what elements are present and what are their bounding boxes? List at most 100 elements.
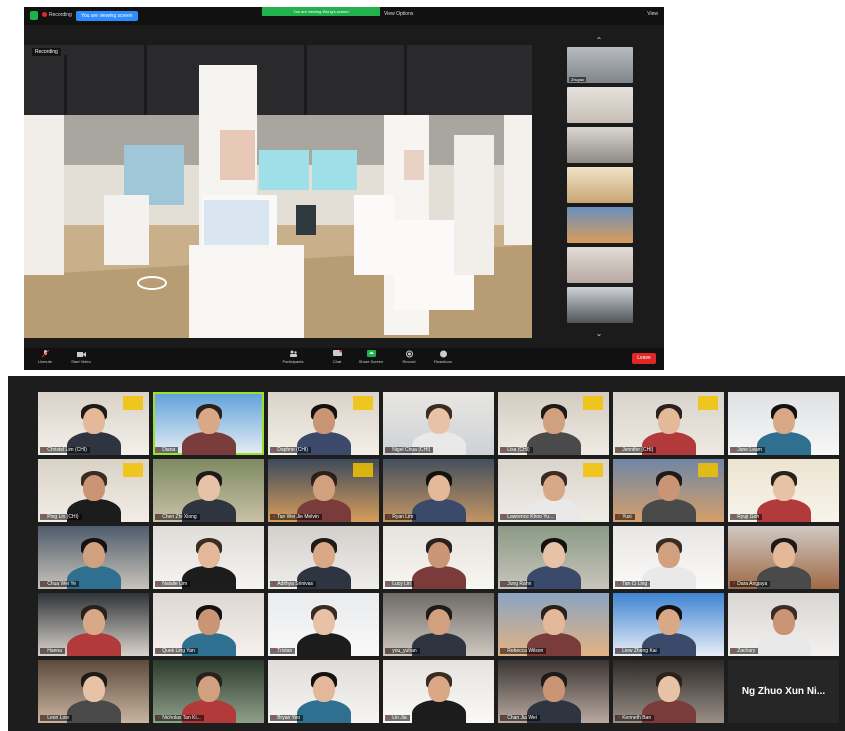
participant-name-text: Adithya Srinivas (277, 581, 314, 587)
microphone-muted-icon: ✕ (617, 715, 622, 721)
participant-tile[interactable]: ✕Ryan Lim (383, 459, 494, 522)
participant-name-text: Hanna (47, 648, 62, 654)
participant-name-text: Diana (162, 447, 176, 453)
participant-tile[interactable]: ✕Liew Zheng Kai (613, 593, 724, 656)
participant-name: ✕Nigel Chua (CHI) (385, 447, 434, 453)
participant-name-text: Christel Lim (CHI) (47, 447, 87, 453)
participant-tile[interactable]: ✕Diana (153, 392, 264, 455)
microphone-muted-icon: ✕ (732, 648, 737, 654)
participant-tile[interactable]: ✕Daphne (CHI) (268, 392, 379, 455)
participant-tile[interactable]: ✕Chan Jia Wei (498, 660, 609, 723)
start-video-button[interactable]: Start Video (64, 350, 98, 370)
poster-decoration (353, 463, 373, 477)
view-button[interactable]: View (647, 11, 658, 17)
participant-face (542, 609, 565, 635)
participant-tile[interactable]: ✕Lisa (CHI) (498, 392, 609, 455)
strip-tile[interactable]: Zhuyao (567, 47, 633, 83)
participant-tile[interactable]: ✕Natalie Lim (153, 526, 264, 589)
strip-tile[interactable] (567, 167, 633, 203)
reactions-button[interactable]: Reactions (426, 350, 460, 370)
participant-tile[interactable]: ✕Christel Lim (CHI) (38, 392, 149, 455)
record-icon (405, 350, 413, 358)
participant-tile[interactable]: ✕Hanna (38, 593, 149, 656)
record-button[interactable]: Record (392, 350, 426, 370)
participant-tile[interactable]: ✕Bryan Yeo (268, 660, 379, 723)
participant-name-text: Liew Zheng Kai (622, 648, 657, 654)
participant-tile[interactable]: ✕Jane Leam (728, 392, 839, 455)
share-screen-button[interactable]: Share Screen (354, 350, 388, 370)
view-options-button[interactable]: View Options (384, 11, 413, 17)
participant-name-text: Daphne (CHI) (277, 447, 309, 453)
participants-button[interactable]: Participants (276, 350, 310, 370)
participant-tile[interactable]: ✕Tan Wei Jie Melvin (268, 459, 379, 522)
participant-face (542, 542, 565, 568)
participant-tile[interactable]: ✕you_yuhan (383, 593, 494, 656)
unmute-button[interactable]: Unmute (28, 350, 62, 370)
participant-tile[interactable]: ✕Kenneth Ban (613, 660, 724, 723)
participant-tile[interactable]: ✕Quek Ling Yan (153, 593, 264, 656)
participant-face (82, 542, 105, 568)
viewing-screen-pill[interactable]: You are viewing screen (76, 11, 138, 21)
participant-name: ✕Tan Wei Jie Melvin (270, 514, 322, 520)
strip-tile[interactable] (567, 87, 633, 123)
shield-icon[interactable] (30, 11, 38, 20)
participant-tile[interactable]: ✕Tan Ci Ling (613, 526, 724, 589)
participant-name: ✕Natalie Lim (155, 581, 191, 587)
participant-body (66, 633, 121, 656)
participant-tile[interactable]: ✕Leon Low (38, 660, 149, 723)
participant-name-text: Jung Rahn (507, 581, 532, 587)
participant-tile[interactable]: ✕Rebecca Wilson (498, 593, 609, 656)
chat-icon (332, 350, 342, 356)
microphone-muted-icon: ✕ (732, 447, 737, 453)
participant-name-text: Jane Leam (737, 447, 762, 453)
speaker-name-label: Recording (32, 48, 61, 56)
participant-face (772, 408, 795, 434)
participant-tile[interactable]: ✕Lucy Lin (383, 526, 494, 589)
participant-name-text: Nicholas Tan Ki... (162, 715, 201, 721)
participant-body (296, 700, 351, 723)
leave-button[interactable]: Leave (632, 353, 656, 364)
chevron-up-icon[interactable]: ⌃ (592, 37, 606, 45)
participant-tile[interactable]: ✕Tristan (268, 593, 379, 656)
strip-tile[interactable] (567, 207, 633, 243)
chevron-down-icon[interactable]: ⌄ (592, 330, 606, 338)
participant-name: ✕Rebecca Wilson (500, 648, 547, 654)
participant-tile[interactable]: ✕Adithya Srinivas (268, 526, 379, 589)
participant-tile[interactable]: ✕Nigel Chua (CHI) (383, 392, 494, 455)
participant-face (657, 408, 680, 434)
participant-body (411, 566, 466, 589)
participant-tile[interactable]: ✕Jennifer (CHI) (613, 392, 724, 455)
participant-name: ✕you_yuhan (385, 648, 420, 654)
participant-face (312, 475, 335, 501)
strip-tile[interactable] (567, 127, 633, 163)
participant-body (526, 566, 581, 589)
strip-tile[interactable] (567, 247, 633, 283)
participant-tile[interactable]: Ng Zhuo Xun Ni... (728, 660, 839, 723)
participant-tile[interactable]: ✕Nicholas Tan Ki... (153, 660, 264, 723)
participant-face (772, 609, 795, 635)
participant-name: ✕Kenneth Ban (615, 715, 655, 721)
microphone-muted-icon: ✕ (617, 648, 622, 654)
participant-tile[interactable]: ✕Lin Jia (383, 660, 494, 723)
participant-face (657, 676, 680, 702)
strip-tile[interactable] (567, 287, 633, 323)
participant-name-text: Dara Angjaya (737, 581, 768, 587)
participant-tile[interactable]: ✕Zachary (728, 593, 839, 656)
participant-tile[interactable]: ✕Chua Wei Ye (38, 526, 149, 589)
participant-tile[interactable]: ✕Yuxi (613, 459, 724, 522)
participant-tile[interactable]: ✕Jung Rahn (498, 526, 609, 589)
participant-name: ✕Leon Low (40, 715, 72, 721)
participant-tile[interactable]: ✕Lawrence Khoo Yu... (498, 459, 609, 522)
chat-button[interactable]: Chat (320, 350, 354, 370)
participant-name-text: Leon Low (47, 715, 69, 721)
participant-face (657, 542, 680, 568)
participant-tile[interactable]: ✕Dara Angjaya (728, 526, 839, 589)
participant-tile[interactable]: ✕Chen Zhi Xiong (153, 459, 264, 522)
microphone-muted-icon: ✕ (387, 648, 392, 654)
participant-tile[interactable]: ✕Ryuji Goh (728, 459, 839, 522)
participant-face (427, 408, 450, 434)
recording-indicator[interactable]: Recording (42, 12, 72, 18)
shared-screen-video (24, 45, 532, 338)
participant-name: ✕Lisa (CHI) (500, 447, 533, 453)
participant-tile[interactable]: ✕Ping Lin (CHI) (38, 459, 149, 522)
